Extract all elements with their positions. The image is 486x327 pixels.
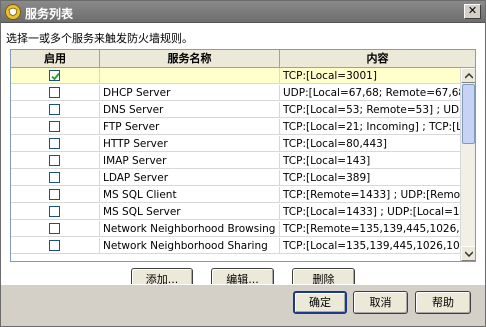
table-row[interactable]: TCP:[Local=3001] bbox=[11, 68, 460, 84]
service-list: 启用 服务名称 内容 TCP:[Local=3001] DHCP Server UD… bbox=[10, 49, 476, 262]
table-row[interactable]: IMAP Server TCP:[Local=143] bbox=[11, 153, 460, 169]
column-header-enabled[interactable]: 启用 bbox=[11, 50, 100, 68]
enabled-cell bbox=[11, 238, 100, 254]
service-name-cell: MS SQL Client bbox=[100, 187, 280, 203]
content-cell: TCP:[Local=21; Incoming] ; TCP:[Lo... bbox=[283, 121, 460, 133]
dialog-footer: 确定 取消 帮助 bbox=[1, 284, 485, 326]
service-name-cell: DNS Server bbox=[100, 102, 280, 118]
enabled-cell bbox=[11, 153, 100, 169]
table-row[interactable]: MS SQL Client TCP:[Remote=1433] ; UDP:[Re… bbox=[11, 187, 460, 203]
vertical-scrollbar[interactable] bbox=[460, 68, 475, 261]
column-header-content[interactable]: 内容 bbox=[280, 50, 475, 68]
service-name-cell: Network Neighborhood Sharing bbox=[100, 238, 280, 254]
enable-checkbox[interactable] bbox=[49, 172, 60, 183]
title-bar[interactable]: 服务列表 ✕ bbox=[1, 1, 485, 23]
content-cell: TCP:[Local=80,443] bbox=[283, 138, 387, 150]
enabled-cell bbox=[11, 68, 100, 84]
enable-checkbox[interactable] bbox=[49, 189, 60, 200]
enable-checkbox[interactable] bbox=[49, 240, 60, 251]
enabled-cell bbox=[11, 204, 100, 220]
help-button[interactable]: 帮助 bbox=[415, 291, 471, 314]
service-name-cell: IMAP Server bbox=[100, 153, 280, 169]
table-row[interactable]: HTTP Server TCP:[Local=80,443] bbox=[11, 136, 460, 152]
table-row[interactable]: DHCP Server UDP:[Local=67,68; Remote=67,6… bbox=[11, 85, 460, 101]
table-row[interactable]: LDAP Server TCP:[Local=389] bbox=[11, 170, 460, 186]
checkmark-icon bbox=[51, 72, 60, 81]
table-row[interactable]: DNS Server TCP:[Local=53; Remote=53] ; UD… bbox=[11, 102, 460, 118]
enabled-cell bbox=[11, 170, 100, 186]
chevron-down-icon bbox=[465, 251, 473, 257]
enabled-cell bbox=[11, 102, 100, 118]
table-row[interactable]: Network Neighborhood Sharing TCP:[Local=1… bbox=[11, 238, 460, 254]
scroll-thumb[interactable] bbox=[462, 84, 475, 144]
enable-checkbox[interactable] bbox=[49, 223, 60, 234]
close-icon: ✕ bbox=[467, 4, 478, 17]
service-list-dialog: 服务列表 ✕ 选择一或多个服务来触发防火墙规则。 启用 服务名称 内容 TCP:… bbox=[0, 0, 486, 327]
service-name-cell: DHCP Server bbox=[100, 85, 280, 101]
enabled-cell bbox=[11, 119, 100, 135]
scroll-down-button[interactable] bbox=[461, 246, 475, 261]
table-row[interactable]: FTP Server TCP:[Local=21; Incoming] ; TCP… bbox=[11, 119, 460, 135]
enabled-cell bbox=[11, 136, 100, 152]
column-header-service-name[interactable]: 服务名称 bbox=[100, 50, 280, 68]
list-header: 启用 服务名称 内容 bbox=[11, 50, 475, 68]
content-cell: TCP:[Local=1433] ; UDP:[Local=14... bbox=[283, 206, 460, 218]
service-name-cell: LDAP Server bbox=[100, 170, 280, 186]
list-rows: TCP:[Local=3001] DHCP Server UDP:[Local=67… bbox=[11, 68, 460, 261]
service-name-cell bbox=[100, 68, 280, 84]
enabled-cell bbox=[11, 85, 100, 101]
shield-icon bbox=[5, 4, 21, 20]
content-cell: TCP:[Local=135,139,445,1026,102... bbox=[283, 240, 460, 252]
window-title: 服务列表 bbox=[25, 7, 74, 21]
service-name-cell: FTP Server bbox=[100, 119, 280, 135]
enable-checkbox[interactable] bbox=[49, 121, 60, 132]
enabled-cell bbox=[11, 221, 100, 237]
enable-checkbox[interactable] bbox=[49, 155, 60, 166]
close-button[interactable]: ✕ bbox=[464, 4, 481, 19]
content-cell: TCP:[Local=389] bbox=[283, 172, 371, 184]
service-name-cell: Network Neighborhood Browsing bbox=[100, 221, 280, 237]
table-row[interactable]: Network Neighborhood Browsing TCP:[Remote… bbox=[11, 221, 460, 237]
content-cell: TCP:[Local=53; Remote=53] ; UDP:[... bbox=[283, 104, 460, 116]
content-cell: UDP:[Local=67,68; Remote=67,68] bbox=[283, 87, 460, 99]
chevron-up-icon bbox=[465, 73, 473, 79]
scroll-up-button[interactable] bbox=[461, 68, 475, 83]
dialog-body: 选择一或多个服务来触发防火墙规则。 启用 服务名称 内容 TCP:[Local=… bbox=[1, 23, 485, 291]
enable-checkbox[interactable] bbox=[49, 138, 60, 149]
service-name-cell: HTTP Server bbox=[100, 136, 280, 152]
service-name-cell: MS SQL Server bbox=[100, 204, 280, 220]
table-row[interactable]: MS SQL Server TCP:[Local=1433] ; UDP:[Loc… bbox=[11, 204, 460, 220]
content-cell: TCP:[Remote=135,139,445,1026,1... bbox=[283, 223, 460, 235]
enable-checkbox[interactable] bbox=[49, 206, 60, 217]
content-cell: TCP:[Remote=1433] ; UDP:[Remote... bbox=[283, 189, 460, 201]
content-cell: TCP:[Local=143] bbox=[283, 155, 371, 167]
content-cell: TCP:[Local=3001] bbox=[283, 70, 377, 82]
ok-button[interactable]: 确定 bbox=[293, 291, 347, 314]
enable-checkbox[interactable] bbox=[49, 104, 60, 115]
enable-checkbox[interactable] bbox=[49, 70, 60, 81]
enabled-cell bbox=[11, 187, 100, 203]
cancel-button[interactable]: 取消 bbox=[353, 291, 408, 314]
enable-checkbox[interactable] bbox=[49, 87, 60, 98]
instruction-text: 选择一或多个服务来触发防火墙规则。 bbox=[6, 32, 193, 45]
